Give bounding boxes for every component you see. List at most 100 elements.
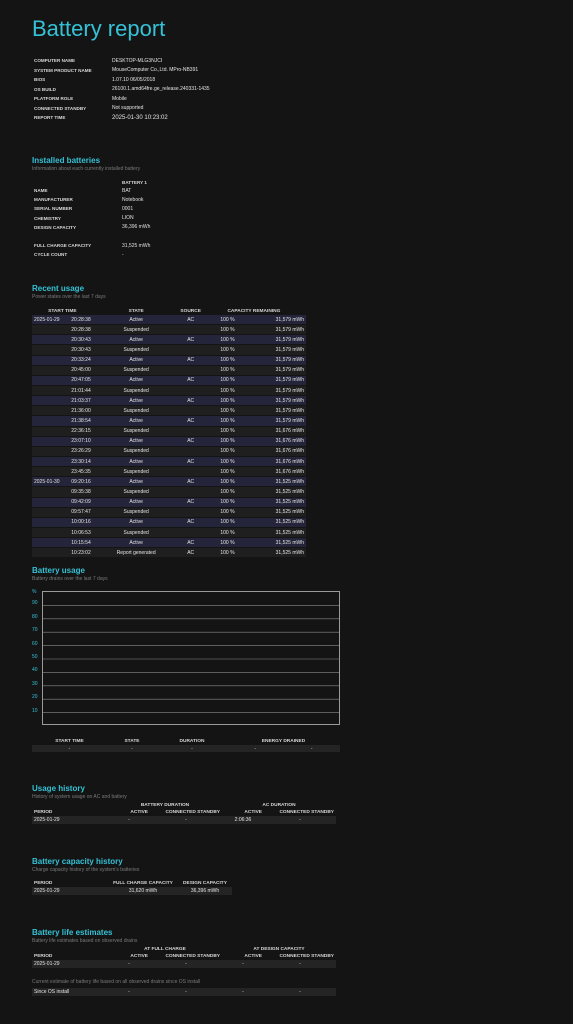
battery-row: SERIAL NUMBER 0001	[34, 204, 150, 213]
row-state: Suspended	[92, 446, 180, 457]
table-row: 21:01:44 Suspended 100 % 31,579 mWh	[32, 385, 306, 397]
recent-usage-table: START TIME STATE SOURCE CAPACITY REMAINI…	[32, 307, 306, 559]
table-row: 23:26:29 Suspended 100 % 31,676 mWh	[32, 446, 306, 457]
table-row: 10:00:16 Active AC 100 % 31,525 mWh	[32, 517, 306, 528]
row-source	[179, 426, 202, 437]
row-time: 21:01:44	[71, 387, 91, 394]
le-col-design-active: ACTIVE	[244, 954, 262, 959]
battery-row: MANUFACTURER Notebook	[34, 195, 150, 204]
row-source: AC	[179, 355, 202, 366]
battery-label	[34, 232, 122, 241]
row-source	[179, 344, 202, 356]
uh-col-period: PERIOD	[34, 810, 53, 815]
row-state: Active	[92, 436, 180, 447]
battery-value: 36,396 mWh	[122, 224, 151, 231]
row-source	[179, 466, 202, 478]
group-full-charge: AT FULL CHARGE	[144, 947, 186, 952]
row-percent: 100 %	[201, 497, 237, 508]
battery-value: Notebook	[122, 196, 144, 203]
life-estimates-heading: Battery life estimates	[32, 928, 113, 937]
uh-col-active: ACTIVE	[130, 810, 148, 815]
table-row: 10:06:53 Suspended 100 % 31,525 mWh	[32, 527, 306, 539]
info-label: COMPUTER NAME	[34, 58, 76, 64]
row-capacity: 31,676 mWh	[236, 466, 306, 478]
info-label: REPORT TIME	[34, 115, 66, 121]
row-source	[179, 446, 202, 457]
group-battery-duration: BATTERY DURATION	[140, 803, 190, 808]
row-state: Suspended	[92, 507, 180, 518]
system-info-table: COMPUTER NAME DESKTOP-MLG3NJCI SYSTEM PROD…	[34, 56, 210, 123]
uh-col-ac-active: ACTIVE	[244, 810, 262, 815]
ch-col-design: DESIGN CAPACITY	[183, 881, 227, 886]
col-state: STATE	[128, 308, 144, 314]
le-col-active: ACTIVE	[130, 954, 148, 959]
life-estimates-subtitle: Battery life estimates based on observed…	[32, 938, 138, 944]
y-axis-unit: %	[32, 589, 37, 595]
col-start-time: START TIME	[48, 308, 77, 314]
row-time: 23:45:35	[71, 468, 91, 475]
row-state: Active	[92, 456, 180, 468]
row-state: Active	[92, 395, 180, 407]
recent-usage-subtitle: Power states over the last 7 days	[32, 294, 106, 300]
row-state: Suspended	[92, 486, 180, 498]
row-time: 20:30:43	[71, 336, 91, 343]
battery-row	[34, 232, 150, 241]
row-time: 21:36:00	[71, 407, 91, 414]
row-state: Suspended	[92, 405, 180, 417]
chart-gridlines	[43, 605, 339, 713]
row-source	[179, 527, 202, 539]
row-capacity: 31,676 mWh	[236, 436, 306, 447]
table-row: 09:35:38 Suspended 100 % 31,525 mWh	[32, 486, 306, 498]
battery-value: 0001	[122, 205, 134, 212]
uh-col-ac-standby: CONNECTED STANDBY	[279, 810, 334, 815]
row-source: AC	[179, 375, 202, 386]
battery-usage-subtitle: Battery drains over the last 7 days	[32, 576, 108, 582]
row-capacity: 31,525 mWh	[236, 476, 306, 488]
table-row: 22:36:15 Suspended 100 % 31,676 mWh	[32, 426, 306, 437]
row-time: 22:36:15	[71, 428, 91, 435]
battery-value: BAT	[122, 187, 132, 194]
table-row: 20:28:38 Suspended 100 % 31,579 mWh	[32, 324, 306, 336]
row-time: 09:35:38	[71, 488, 91, 495]
row-percent: 100 %	[201, 324, 237, 336]
row-state: Suspended	[92, 365, 180, 376]
row-percent: 100 %	[201, 527, 237, 539]
bu-col-start: START TIME	[55, 738, 84, 744]
table-row: 20:45:00 Suspended 100 % 31,579 mWh	[32, 365, 306, 376]
row-state: Active	[92, 517, 180, 528]
row-time: 20:45:00	[71, 367, 91, 374]
info-value: 2025-01-30 10:23:02	[112, 114, 168, 121]
row-capacity: 31,525 mWh	[236, 537, 306, 549]
row-state: Suspended	[92, 426, 180, 437]
row-source	[179, 486, 202, 498]
info-label: OS BUILD	[34, 86, 56, 92]
row-source: AC	[179, 497, 202, 508]
battery-label: DESIGN CAPACITY	[34, 224, 77, 230]
y-tick-label: 10	[32, 707, 38, 714]
row-state: Active	[92, 375, 180, 386]
row-state: Active	[92, 537, 180, 549]
info-value: 1.07.10 06/05/2018	[112, 76, 156, 83]
row-state: Active	[92, 415, 180, 427]
row-percent: 100 %	[201, 466, 237, 478]
row-time: 10:15:54	[71, 539, 91, 546]
row-capacity: 31,525 mWh	[236, 517, 306, 528]
battery-value: LION	[122, 215, 134, 222]
row-time: 20:28:38	[71, 326, 91, 333]
info-row: COMPUTER NAME DESKTOP-MLG3NJCI	[34, 56, 210, 66]
row-percent: 100 %	[201, 375, 237, 386]
row-state: Active	[92, 476, 180, 488]
row-percent: 100 %	[201, 456, 237, 468]
table-row: 2025-01-29 - - - -	[32, 960, 336, 968]
info-row: SYSTEM PRODUCT NAME MouseComputer Co.,Ltd…	[34, 66, 210, 76]
row-capacity: 31,579 mWh	[236, 344, 306, 356]
row-percent: 100 %	[201, 517, 237, 528]
info-row: CONNECTED STANDBY Not supported	[34, 104, 210, 114]
table-row: 20:47:05 Active AC 100 % 31,579 mWh	[32, 375, 306, 386]
row-state: Active	[92, 334, 180, 346]
le-col-design-standby: CONNECTED STANDBY	[279, 954, 334, 959]
group-design-capacity: AT DESIGN CAPACITY	[253, 947, 305, 952]
col-capacity-remaining: CAPACITY REMAINING	[227, 308, 281, 314]
y-tick-label: 80	[32, 613, 38, 620]
row-percent: 100 %	[201, 405, 237, 417]
